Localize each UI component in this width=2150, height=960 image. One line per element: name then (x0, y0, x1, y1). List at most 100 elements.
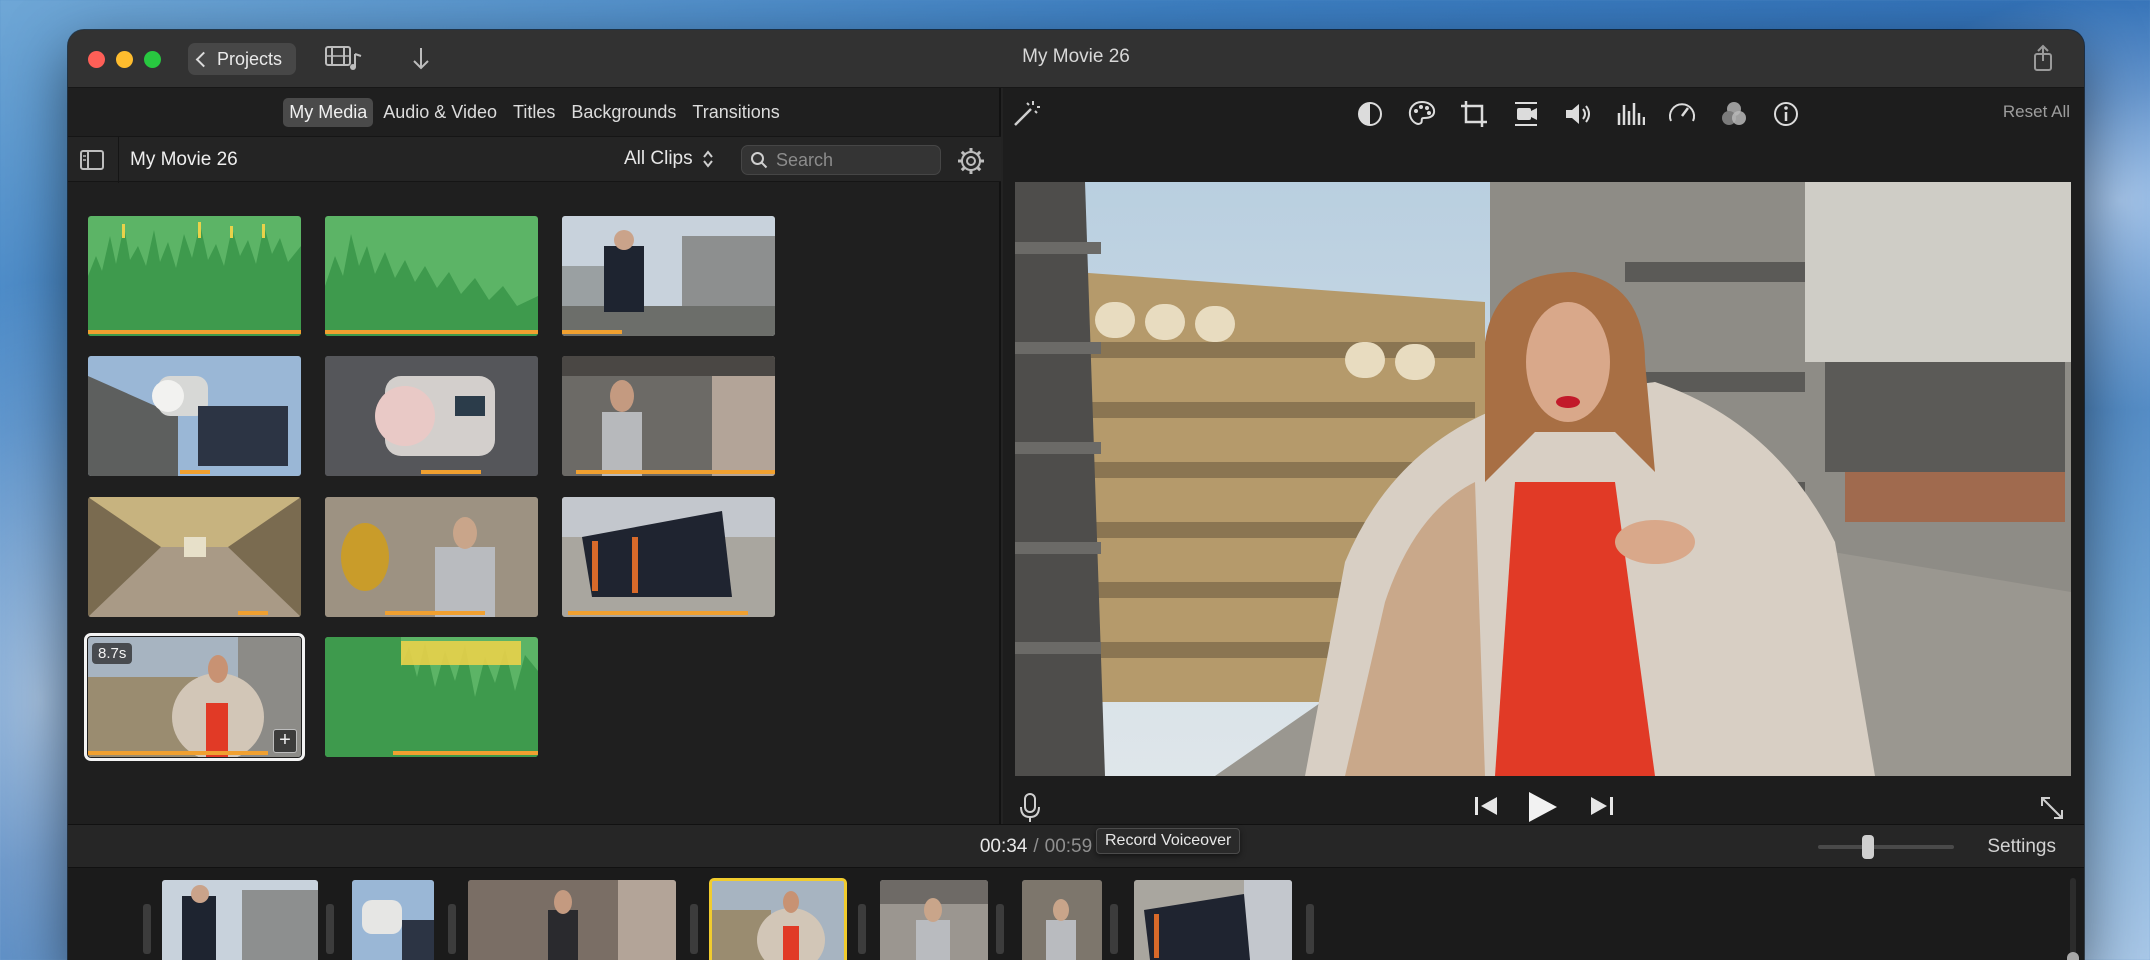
timeline-clip-1[interactable] (162, 880, 318, 960)
viewer-toolbar: Reset All (1003, 88, 2084, 136)
transition-marker[interactable] (1110, 904, 1118, 954)
video-thumbnail (88, 356, 301, 476)
tab-backgrounds[interactable]: Backgrounds (565, 98, 682, 127)
usage-bar (180, 470, 210, 474)
clips-filter-select[interactable]: All Clips (624, 148, 713, 170)
crop-icon[interactable] (1459, 99, 1489, 129)
usage-bar (576, 470, 775, 474)
timeline-clip-thumbnail (880, 880, 988, 960)
info-icon[interactable] (1771, 99, 1801, 129)
media-clip-audio-2[interactable] (325, 216, 538, 336)
timeline-clip-6[interactable] (1022, 880, 1102, 960)
transition-marker[interactable] (996, 904, 1004, 954)
timeline-zoom-slider[interactable] (1818, 835, 1954, 859)
tab-transitions[interactable]: Transitions (686, 98, 785, 127)
window-title: My Movie 26 (1022, 46, 1130, 67)
timeline-clip-3[interactable] (468, 880, 676, 960)
usage-bar (325, 330, 538, 334)
timeline-clip-7[interactable] (1134, 880, 1292, 960)
transition-marker[interactable] (326, 904, 334, 954)
volume-icon[interactable] (1563, 99, 1593, 129)
timeline-settings-button[interactable]: Settings (1987, 836, 2056, 858)
time-separator: / (1033, 836, 1039, 857)
browser-tabs: My Media Audio & Video Titles Background… (68, 88, 1001, 136)
reset-all-button[interactable]: Reset All (2003, 102, 2070, 122)
media-clip-video-5[interactable] (325, 356, 538, 476)
transition-marker[interactable] (143, 904, 151, 954)
updown-chevron-icon (702, 150, 713, 168)
fullscreen-icon[interactable] (2038, 794, 2066, 822)
play-icon[interactable] (1525, 790, 1559, 824)
timeline-clip-thumbnail (162, 880, 318, 960)
magic-wand-icon[interactable] (1011, 99, 1041, 129)
usage-bar (568, 611, 748, 615)
usage-bar (385, 611, 485, 615)
library-title: My Movie 26 (130, 149, 238, 170)
browser-bar: My Movie 26 All Clips (68, 136, 1001, 183)
tab-titles[interactable]: Titles (507, 98, 561, 127)
timeline-scroll-thumb[interactable] (2067, 952, 2079, 960)
tab-my-media[interactable]: My Media (283, 97, 374, 127)
microphone-icon[interactable] (1019, 792, 1041, 824)
duration-badge: 8.7s (92, 643, 133, 664)
video-thumbnail (562, 356, 775, 476)
timeline-header: 00:34/00:59 Settings (68, 824, 2084, 868)
timeline-scrollbar[interactable] (2067, 878, 2079, 960)
skip-forward-icon[interactable] (1589, 794, 1615, 818)
clips-filter-label: All Clips (624, 148, 693, 169)
video-thumbnail (325, 356, 538, 476)
video-frame-image (1015, 182, 2071, 776)
timeline-clip-4-selected[interactable] (709, 878, 847, 960)
media-clip-video-4[interactable] (88, 356, 301, 476)
record-voiceover-tooltip: Record Voiceover (1096, 828, 1241, 854)
color-palette-icon[interactable] (1407, 99, 1437, 129)
skip-back-icon[interactable] (1473, 794, 1499, 818)
filter-icon[interactable] (1719, 99, 1749, 129)
transition-marker[interactable] (1306, 904, 1314, 954)
transition-marker[interactable] (690, 904, 698, 954)
media-clip-video-8[interactable] (325, 497, 538, 617)
color-balance-icon[interactable] (1355, 99, 1385, 129)
tab-audio-video[interactable]: Audio & Video (377, 98, 503, 127)
timeline-clip-thumbnail (1134, 880, 1292, 960)
video-thumbnail (562, 216, 775, 336)
search-icon (751, 152, 768, 169)
timeline-clip-thumbnail (468, 880, 676, 960)
usage-bar (421, 470, 481, 474)
waveform-graphic (325, 637, 538, 757)
timeline-clip-thumbnail (352, 880, 434, 960)
timeline[interactable] (68, 868, 2084, 960)
viewer-panel: Reset All (1003, 88, 2084, 824)
usage-bar (393, 751, 538, 755)
sidebar-toggle-icon[interactable] (80, 150, 104, 170)
speed-icon[interactable] (1667, 99, 1697, 129)
media-clip-video-3[interactable] (562, 216, 775, 336)
media-clip-video-9[interactable] (562, 497, 775, 617)
search-input[interactable] (776, 149, 926, 171)
usage-bar (88, 330, 301, 334)
timeline-clip-5[interactable] (880, 880, 988, 960)
timeline-clip-2[interactable] (352, 880, 434, 960)
imovie-window: Projects My Movie 26 My Media Audio & Vi… (68, 30, 2084, 960)
transition-marker[interactable] (858, 904, 866, 954)
video-thumbnail (562, 497, 775, 617)
transition-marker[interactable] (448, 904, 456, 954)
zoom-slider-knob[interactable] (1862, 835, 1874, 859)
add-to-timeline-button[interactable]: + (273, 729, 297, 753)
share-icon[interactable] (2032, 44, 2054, 72)
usage-bar (562, 330, 622, 334)
waveform-graphic (88, 222, 301, 336)
media-clip-video-7[interactable] (88, 497, 301, 617)
media-clip-video-10-selected[interactable]: 8.7s + (84, 633, 305, 761)
media-clip-audio-1[interactable] (88, 216, 301, 336)
usage-bar (238, 611, 268, 615)
stabilization-camera-icon[interactable] (1511, 99, 1541, 129)
timeline-clip-thumbnail (1022, 880, 1102, 960)
search-box[interactable] (741, 145, 941, 175)
media-clip-video-6[interactable] (562, 356, 775, 476)
video-thumbnail (88, 497, 301, 617)
media-clip-audio-11[interactable] (325, 637, 538, 757)
gear-icon[interactable] (957, 147, 985, 175)
waveform-graphic (325, 234, 538, 336)
equalizer-icon[interactable] (1615, 99, 1645, 129)
